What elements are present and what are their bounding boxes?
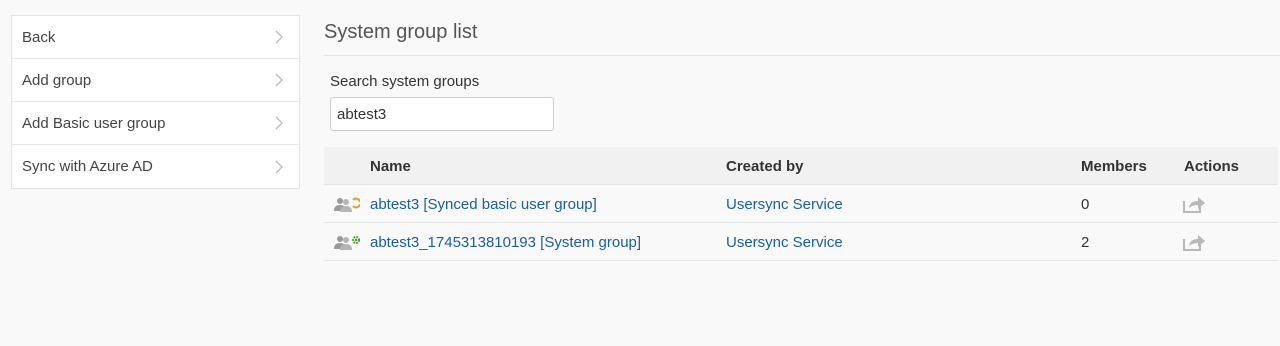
search-label: Search system groups (330, 73, 480, 90)
sidebar-item-back[interactable]: Back (12, 16, 299, 59)
system-group-icon (334, 235, 360, 250)
table-row: abtest3 [Synced basic user group] Usersy… (324, 185, 1278, 223)
sidebar-item-label: Add Basic user group (22, 114, 166, 132)
sidebar-item-label: Add group (22, 71, 92, 89)
synced-group-icon (334, 197, 360, 212)
chevron-right-icon (275, 160, 283, 173)
group-name-link[interactable]: abtest3 [Synced basic user group] (370, 196, 597, 213)
page-title: System group list (324, 21, 478, 43)
sidebar-item-add-basic-user-group[interactable]: Add Basic user group (12, 102, 299, 145)
sidebar-item-label: Sync with Azure AD (22, 158, 153, 175)
column-header-name[interactable]: Name (370, 158, 411, 175)
column-header-members[interactable]: Members (1081, 158, 1147, 175)
created-by-link[interactable]: Usersync Service (726, 234, 843, 251)
search-input[interactable] (330, 97, 554, 131)
column-header-created-by[interactable]: Created by (726, 158, 804, 175)
created-by-link[interactable]: Usersync Service (726, 196, 843, 213)
title-divider (324, 55, 1280, 56)
group-table: Name Created by Members Actions abtest3 … (324, 147, 1278, 261)
chevron-right-icon (275, 30, 283, 44)
table-header: Name Created by Members Actions (324, 147, 1278, 185)
sidebar-menu: Back Add group Add Basic user group Sync… (11, 15, 300, 189)
members-count: 2 (1081, 234, 1090, 251)
members-count: 0 (1081, 196, 1090, 213)
share-icon[interactable] (1182, 232, 1206, 252)
group-name-link[interactable]: abtest3_1745313810193 [System group] (370, 234, 641, 251)
table-row: abtest3_1745313810193 [System group] Use… (324, 223, 1278, 261)
chevron-right-icon (275, 73, 283, 87)
sidebar-item-label: Back (22, 28, 56, 46)
share-icon[interactable] (1182, 194, 1206, 214)
chevron-right-icon (275, 116, 283, 130)
sidebar-item-sync-azure-ad[interactable]: Sync with Azure AD (12, 145, 299, 188)
column-header-actions: Actions (1184, 158, 1240, 175)
sidebar-item-add-group[interactable]: Add group (12, 59, 299, 102)
